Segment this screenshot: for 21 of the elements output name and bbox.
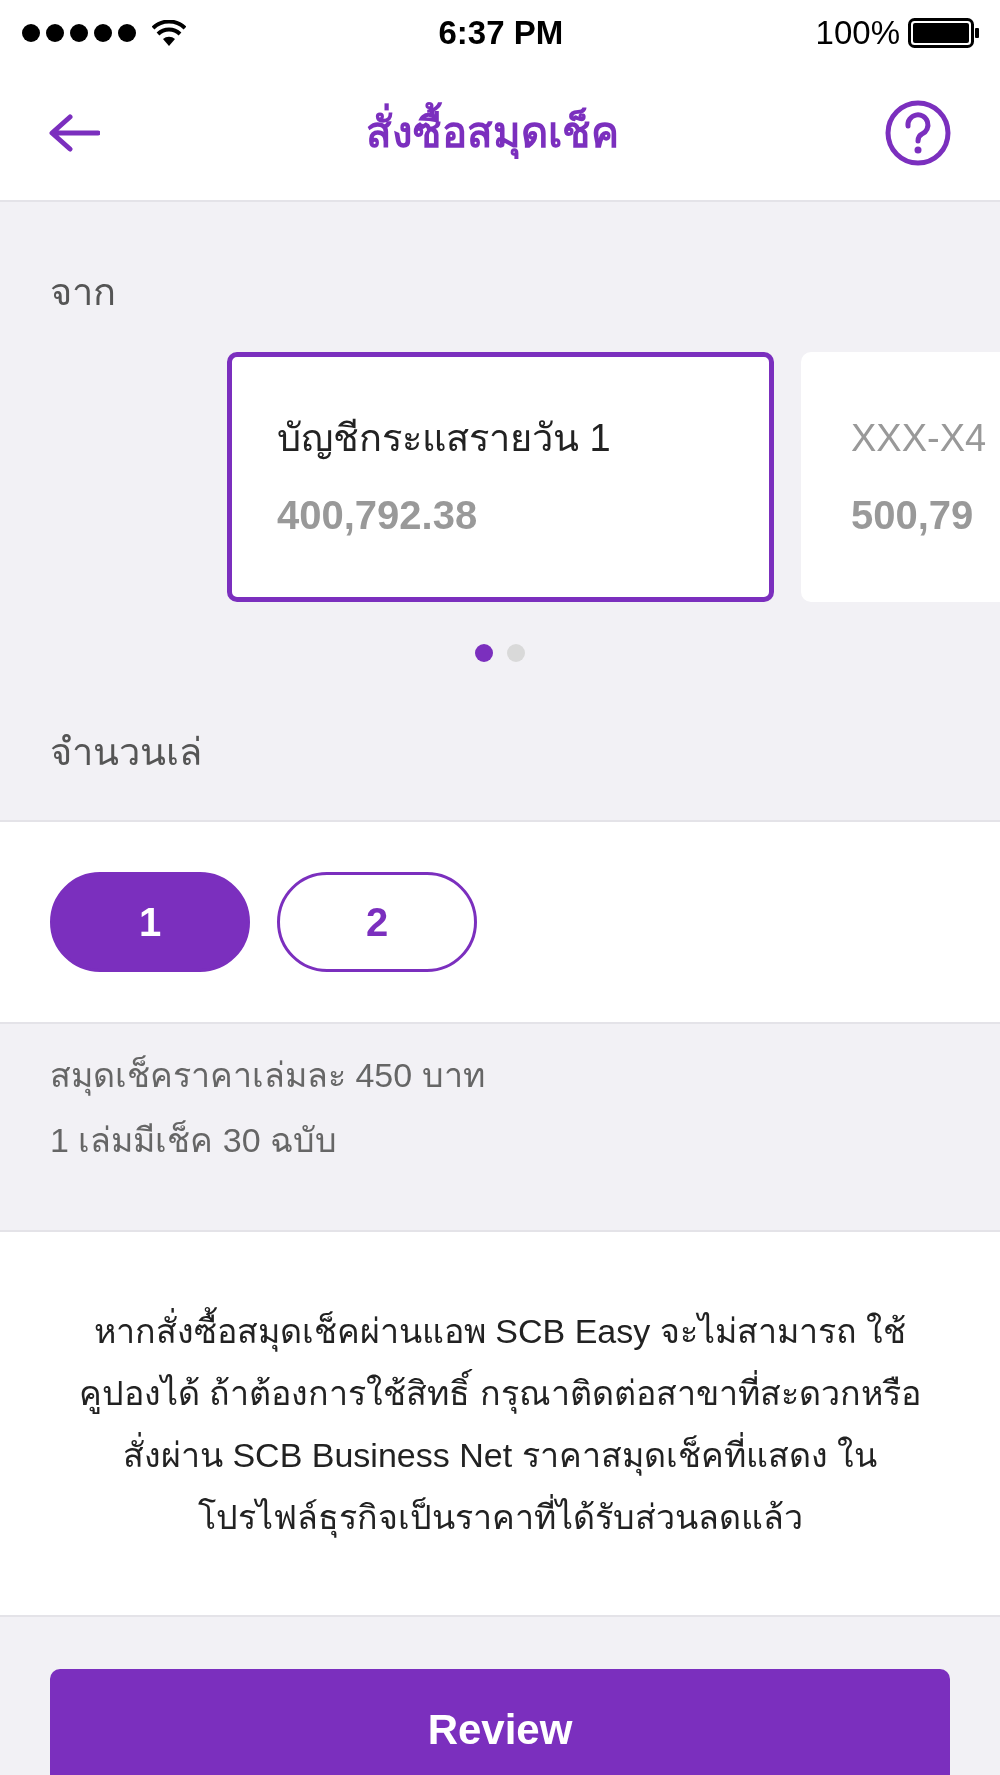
account-card[interactable]: บัญชีกระแสรายวัน 1 400,792.38 xyxy=(227,352,774,602)
back-arrow-icon[interactable] xyxy=(48,112,100,153)
quantity-option[interactable]: 2 xyxy=(277,872,477,972)
status-time: 6:37 PM xyxy=(438,12,564,53)
account-balance: 500,79 xyxy=(851,491,975,539)
quantity-option[interactable]: 1 xyxy=(50,872,250,972)
signal-icon xyxy=(20,21,138,44)
account-name: บัญชีกระแสรายวัน 1 xyxy=(277,415,612,462)
info-text: สมุดเช็คราคาเล่มละ 450 บาท xyxy=(50,1054,486,1098)
page-title: สั่งซื้อสมุดเช็ค xyxy=(365,101,619,164)
account-balance: 400,792.38 xyxy=(277,491,479,539)
notice-text: หากสั่งซื้อสมุดเช็คผ่านแอพ SCB Easy จะไม่สามารถ ใช้คูปองได้ ถ้าต้องการใช้สิทธิ์ กรุณาติดต่อสาขาที่สะดวกหรือสั่งผ่าน SCB Business Net ราคาสมุดเช็คที่แสดง ในโปรไฟล์ธุรกิจเป็นราคาที่ได้รับส่วนลดแล้ว xyxy=(70,1299,930,1548)
section-label: จาก xyxy=(50,271,116,313)
info-text: 1 เล่มมีเช็ค 30 ฉบับ xyxy=(50,1119,339,1161)
section-label: จำนวนเล่ xyxy=(50,731,202,773)
battery-icon xyxy=(908,17,980,48)
help-icon[interactable] xyxy=(884,98,952,167)
wifi-icon xyxy=(152,19,186,46)
review-button[interactable]: Review xyxy=(50,1669,950,1775)
account-name: XXX-X4 xyxy=(851,415,988,461)
battery-percent: 100% xyxy=(815,12,900,53)
